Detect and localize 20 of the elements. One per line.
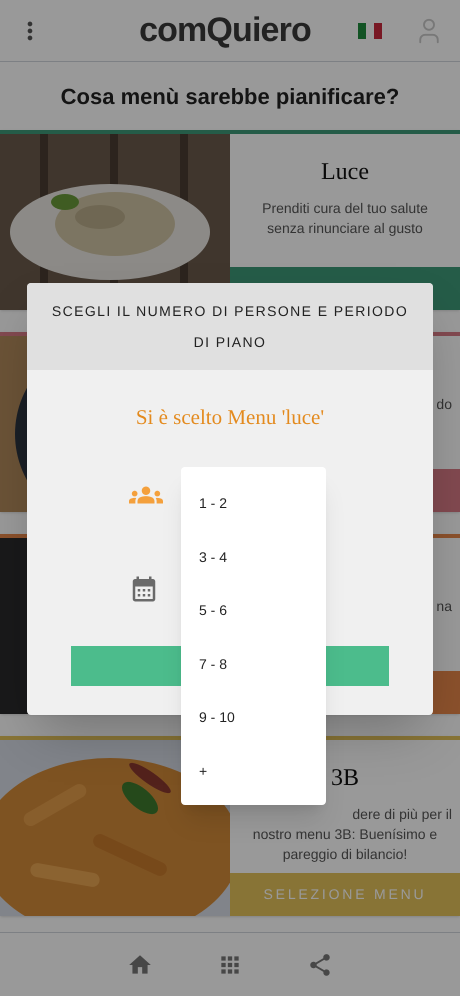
card-description: senza rinunciare al gusto bbox=[267, 219, 423, 238]
flag-icon[interactable] bbox=[358, 22, 382, 38]
card-description: pareggio di bilancio! bbox=[282, 845, 408, 864]
card-title: Luce bbox=[321, 158, 369, 187]
logo: comQuiero bbox=[139, 10, 311, 51]
card-description: nostro menu 3B: Buenísimo e bbox=[252, 825, 438, 844]
card-description: Prenditi cura del tuo salute bbox=[262, 199, 428, 218]
dropdown-option[interactable]: 1 - 2 bbox=[181, 477, 326, 530]
dropdown-option[interactable]: 3 - 4 bbox=[181, 530, 326, 584]
dropdown-option[interactable]: 9 - 10 bbox=[181, 691, 326, 744]
card-description: dere di più per il bbox=[352, 805, 452, 824]
page-heading: Cosa menù sarebbe pianificare? bbox=[60, 82, 400, 111]
card-description: do bbox=[436, 395, 452, 414]
dropdown-option[interactable]: 5 - 6 bbox=[181, 584, 326, 638]
dropdown-option[interactable]: + bbox=[181, 744, 326, 798]
card-description: na bbox=[436, 597, 452, 616]
card-title: 3B bbox=[330, 764, 359, 793]
dialog-subtitle: Si è scelto Menu 'luce' bbox=[136, 404, 324, 431]
dropdown-option[interactable]: 7 - 8 bbox=[181, 638, 326, 691]
dialog-title: SCEGLI IL NUMERO DI PERSONE E PERIODO DI PIANO bbox=[51, 302, 409, 352]
